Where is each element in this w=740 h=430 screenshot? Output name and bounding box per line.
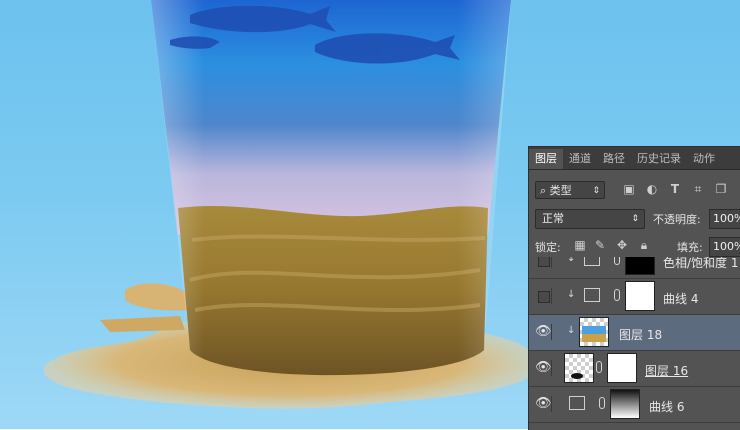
search-icon: ⌕ [540,184,550,197]
layer-filter-select[interactable]: ⌕ 类型 ⇕ [535,181,605,199]
tab-history[interactable]: 历史记录 [631,149,687,169]
visibility-toggle[interactable]: 👁︎ [535,396,552,412]
adjustment-filter-icon[interactable]: ◐ [645,182,659,196]
link-icon [614,257,620,265]
layers-panel: 图层 通道 路径 历史记录 动作 ⌕ 类型 ⇕ ▣ ◐ T ⌗ ❐ 正常 ⇕ 不… [528,146,740,430]
clip-arrow-icon: ↓ [567,325,576,336]
chevron-updown-icon: ⇕ [631,214,639,224]
link-icon [596,361,602,373]
lock-position-icon[interactable]: ✥ [615,238,629,252]
fill-label: 填充: [677,241,703,254]
clip-arrow-icon: ↓ [567,289,576,300]
hidden-box-icon [538,291,550,303]
hue-saturation-adjustment-icon [584,257,600,266]
layer-name[interactable]: 图层 16 [645,362,688,379]
layer-name[interactable]: 曲线 4 [663,290,698,307]
layer-row-layer-16[interactable]: 👁︎ 图层 16 [529,351,740,387]
layer-mask-thumbnail[interactable] [610,389,640,419]
layer-name[interactable]: 图层 18 [619,326,662,343]
layer-mask-thumbnail[interactable] [625,257,655,275]
opacity-label: 不透明度: [653,213,701,226]
eye-icon: 👁︎ [535,360,552,375]
layer-mask-thumbnail[interactable] [607,353,637,383]
layer-thumbnail[interactable] [579,317,609,347]
smart-object-filter-icon[interactable]: ❐ [714,182,728,196]
clip-arrow-icon: ↓ [567,257,576,264]
layer-row-hue-saturation[interactable]: ↓ 色相/饱和度 1 [529,257,740,279]
layer-row-curves-4[interactable]: ↓ 曲线 4 [529,279,740,315]
layer-mask-thumbnail[interactable] [625,281,655,311]
visibility-toggle[interactable] [535,257,552,268]
lock-all-icon[interactable]: 🔒︎ [637,238,651,252]
curves-adjustment-icon [584,288,600,302]
glass-ocean-artwork [151,0,512,376]
image-filter-icon[interactable]: ▣ [622,182,636,196]
filter-kind-label: 类型 [549,184,572,197]
lock-transparent-icon[interactable]: ▦ [573,238,587,252]
eye-icon: 👁︎ [535,324,552,339]
tab-channels[interactable]: 通道 [563,149,597,169]
lock-label: 锁定: [535,241,561,254]
visibility-toggle[interactable]: 👁︎ [535,360,552,376]
blend-mode-select[interactable]: 正常 ⇕ [535,209,645,229]
layer-thumbnail[interactable] [564,353,594,383]
panel-tab-bar: 图层 通道 路径 历史记录 动作 [529,147,740,170]
lock-image-icon[interactable]: ✎ [593,238,607,252]
visibility-toggle[interactable] [535,288,552,304]
tab-actions[interactable]: 动作 [687,149,721,169]
shape-thumbnail-image [571,373,583,379]
eye-icon: 👁︎ [535,396,552,411]
link-icon [614,289,620,301]
layer-row-layer-18[interactable]: 👁︎ ↓ 图层 18 [529,315,740,351]
link-icon [599,397,605,409]
layer-list: ↓ 色相/饱和度 1 ↓ 曲线 4 👁︎ ↓ 图层 18 👁︎ 图层 16 👁︎… [529,257,740,430]
blend-mode-value: 正常 [542,212,564,225]
layer-name[interactable]: 曲线 6 [649,398,684,415]
layer-row-curves-6[interactable]: 👁︎ 曲线 6 [529,387,740,423]
shape-filter-icon[interactable]: ⌗ [691,182,705,196]
layer-name[interactable]: 色相/饱和度 1 [663,257,739,271]
beach-thumbnail-image [582,326,606,342]
type-filter-icon[interactable]: T [668,182,682,196]
hidden-box-icon [538,257,550,267]
visibility-toggle[interactable]: 👁︎ [535,324,552,340]
tab-layers[interactable]: 图层 [529,149,563,169]
opacity-input[interactable]: 100% [709,209,740,229]
tab-paths[interactable]: 路径 [597,149,631,169]
curves-adjustment-icon [569,396,585,410]
fill-input[interactable]: 100% [709,237,740,257]
chevron-updown-icon: ⇕ [592,186,600,196]
